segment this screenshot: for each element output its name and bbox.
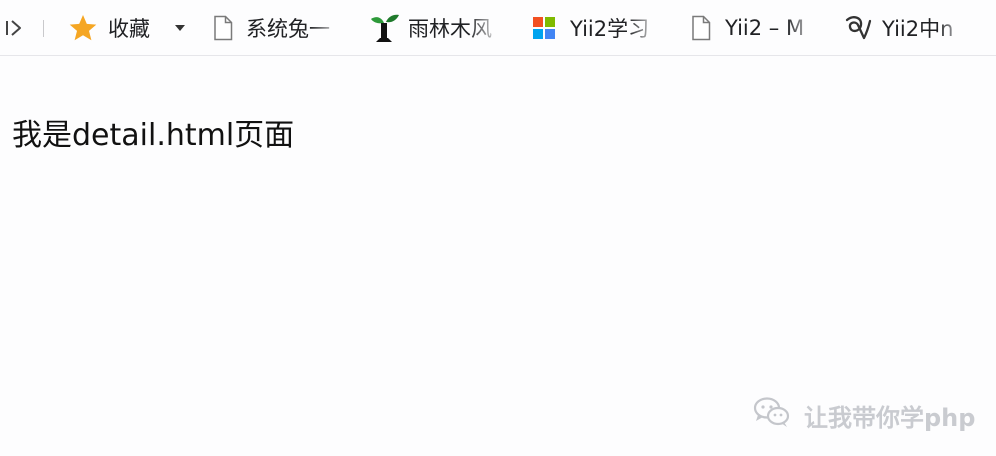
star-icon [68, 13, 98, 43]
bookmark-label: 收藏 [108, 17, 150, 41]
page-icon [690, 15, 712, 41]
panel-expand-icon [3, 17, 25, 39]
bookmark-label: Yii2学习 [570, 17, 650, 41]
wechat-icon [752, 395, 792, 435]
bookmark-item[interactable]: 系统兔一 [212, 0, 342, 56]
bookmark-item[interactable]: Yii2中n [844, 0, 968, 56]
favorites-dropdown-button[interactable] [174, 0, 190, 56]
bookmark-item[interactable]: 雨林木风 [368, 0, 502, 56]
swirl-logo-icon [844, 13, 872, 43]
caret-down-icon [174, 24, 186, 32]
bookmarks-divider [43, 20, 44, 37]
bookmarks-bar: 收藏 系统兔一 雨林木风 Yii2学习 Yii2 – M Yii2中n [0, 0, 996, 56]
bookmark-item[interactable]: Yii2 – M [690, 0, 818, 56]
bookmark-favorites[interactable]: 收藏 [68, 0, 158, 56]
page-content: 我是detail.html页面 让我带你学php [0, 57, 996, 456]
page-body-text: 我是detail.html页面 [12, 118, 295, 153]
tiles-logo-icon [532, 13, 556, 43]
page-icon [212, 15, 234, 41]
bookmark-label: 雨林木风 [408, 17, 492, 41]
bookmark-label: 系统兔一 [246, 17, 330, 41]
watermark-text: 让我带你学php [804, 403, 976, 432]
bookmark-label: Yii2 – M [725, 16, 805, 40]
tree-logo-icon [368, 11, 402, 45]
bookmark-label: Yii2中n [882, 17, 954, 41]
bookmarks-expand-button[interactable] [3, 0, 33, 56]
bookmark-item[interactable]: Yii2学习 [532, 0, 660, 56]
watermark: 让我带你学php [752, 395, 975, 435]
